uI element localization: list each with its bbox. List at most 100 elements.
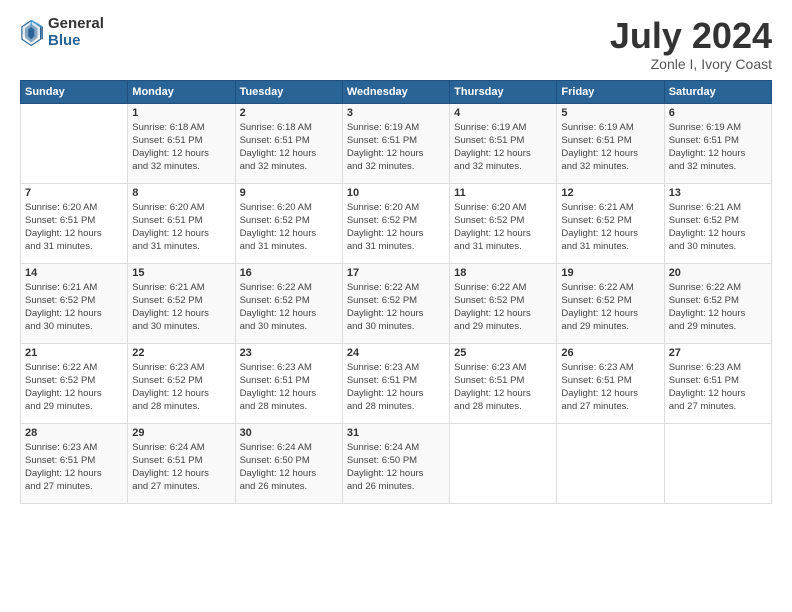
day-number: 16 [240,267,338,279]
day-number: 17 [347,267,445,279]
day-info: Sunrise: 6:22 AM Sunset: 6:52 PM Dayligh… [669,281,767,334]
table-row: 31 Sunrise: 6:24 AM Sunset: 6:50 PM Dayli… [342,423,449,503]
day-info: Sunrise: 6:21 AM Sunset: 6:52 PM Dayligh… [561,201,659,254]
table-row: 10 Sunrise: 6:20 AM Sunset: 6:52 PM Dayli… [342,183,449,263]
table-row: 14 Sunrise: 6:21 AM Sunset: 6:52 PM Dayli… [21,263,128,343]
table-row: 3 Sunrise: 6:19 AM Sunset: 6:51 PM Daylig… [342,103,449,183]
day-number: 1 [132,107,230,119]
day-info: Sunrise: 6:18 AM Sunset: 6:51 PM Dayligh… [240,121,338,174]
day-number: 7 [25,187,123,199]
day-number: 9 [240,187,338,199]
day-number: 15 [132,267,230,279]
day-info: Sunrise: 6:24 AM Sunset: 6:51 PM Dayligh… [132,441,230,494]
day-info: Sunrise: 6:19 AM Sunset: 6:51 PM Dayligh… [454,121,552,174]
table-row: 19 Sunrise: 6:22 AM Sunset: 6:52 PM Dayli… [557,263,664,343]
day-info: Sunrise: 6:23 AM Sunset: 6:51 PM Dayligh… [454,361,552,414]
header-sunday: Sunday [21,80,128,103]
table-row: 16 Sunrise: 6:22 AM Sunset: 6:52 PM Dayli… [235,263,342,343]
location-title: Zonle I, Ivory Coast [610,56,772,72]
table-row [557,423,664,503]
day-info: Sunrise: 6:22 AM Sunset: 6:52 PM Dayligh… [25,361,123,414]
day-info: Sunrise: 6:22 AM Sunset: 6:52 PM Dayligh… [454,281,552,334]
day-info: Sunrise: 6:23 AM Sunset: 6:51 PM Dayligh… [25,441,123,494]
day-info: Sunrise: 6:21 AM Sunset: 6:52 PM Dayligh… [25,281,123,334]
header-thursday: Thursday [450,80,557,103]
day-number: 20 [669,267,767,279]
calendar-week-row: 1 Sunrise: 6:18 AM Sunset: 6:51 PM Daylig… [21,103,772,183]
header-tuesday: Tuesday [235,80,342,103]
day-number: 10 [347,187,445,199]
day-info: Sunrise: 6:20 AM Sunset: 6:51 PM Dayligh… [25,201,123,254]
table-row: 17Sunrise: 6:22 AM Sunset: 6:52 PM Dayli… [342,263,449,343]
day-number: 21 [25,347,123,359]
table-row: 7 Sunrise: 6:20 AM Sunset: 6:51 PM Daylig… [21,183,128,263]
header-wednesday: Wednesday [342,80,449,103]
table-row [450,423,557,503]
day-number: 13 [669,187,767,199]
day-number: 28 [25,427,123,439]
table-row: 20 Sunrise: 6:22 AM Sunset: 6:52 PM Dayli… [664,263,771,343]
day-info: Sunrise: 6:23 AM Sunset: 6:51 PM Dayligh… [561,361,659,414]
day-info: Sunrise: 6:24 AM Sunset: 6:50 PM Dayligh… [347,441,445,494]
calendar-table: Sunday Monday Tuesday Wednesday Thursday… [20,80,772,504]
day-number: 2 [240,107,338,119]
day-number: 12 [561,187,659,199]
table-row: 27 Sunrise: 6:23 AM Sunset: 6:51 PM Dayli… [664,343,771,423]
day-info: Sunrise: 6:20 AM Sunset: 6:52 PM Dayligh… [347,201,445,254]
table-row: 24Sunrise: 6:23 AM Sunset: 6:51 PM Dayli… [342,343,449,423]
logo-icon [20,19,44,47]
table-row: 15 Sunrise: 6:21 AM Sunset: 6:52 PM Dayli… [128,263,235,343]
calendar-week-row: 14 Sunrise: 6:21 AM Sunset: 6:52 PM Dayli… [21,263,772,343]
table-row [21,103,128,183]
table-row: 23 Sunrise: 6:23 AM Sunset: 6:51 PM Dayli… [235,343,342,423]
logo-blue-text: Blue [48,33,104,50]
calendar-week-row: 7 Sunrise: 6:20 AM Sunset: 6:51 PM Daylig… [21,183,772,263]
day-number: 14 [25,267,123,279]
table-row: 6 Sunrise: 6:19 AM Sunset: 6:51 PM Daylig… [664,103,771,183]
day-number: 6 [669,107,767,119]
day-number: 19 [561,267,659,279]
page: General Blue July 2024 Zonle I, Ivory Co… [0,0,792,612]
table-row: 2 Sunrise: 6:18 AM Sunset: 6:51 PM Daylig… [235,103,342,183]
header-saturday: Saturday [664,80,771,103]
table-row: 11Sunrise: 6:20 AM Sunset: 6:52 PM Dayli… [450,183,557,263]
table-row: 8 Sunrise: 6:20 AM Sunset: 6:51 PM Daylig… [128,183,235,263]
day-info: Sunrise: 6:23 AM Sunset: 6:52 PM Dayligh… [132,361,230,414]
header-friday: Friday [557,80,664,103]
day-info: Sunrise: 6:23 AM Sunset: 6:51 PM Dayligh… [240,361,338,414]
table-row: 18 Sunrise: 6:22 AM Sunset: 6:52 PM Dayli… [450,263,557,343]
day-number: 18 [454,267,552,279]
table-row: 25Sunrise: 6:23 AM Sunset: 6:51 PM Dayli… [450,343,557,423]
header-monday: Monday [128,80,235,103]
calendar-week-row: 28 Sunrise: 6:23 AM Sunset: 6:51 PM Dayli… [21,423,772,503]
day-number: 31 [347,427,445,439]
day-info: Sunrise: 6:22 AM Sunset: 6:52 PM Dayligh… [561,281,659,334]
table-row: 29 Sunrise: 6:24 AM Sunset: 6:51 PM Dayli… [128,423,235,503]
day-number: 8 [132,187,230,199]
day-info: Sunrise: 6:19 AM Sunset: 6:51 PM Dayligh… [669,121,767,174]
table-row: 5Sunrise: 6:19 AM Sunset: 6:51 PM Daylig… [557,103,664,183]
day-info: Sunrise: 6:21 AM Sunset: 6:52 PM Dayligh… [132,281,230,334]
header: General Blue July 2024 Zonle I, Ivory Co… [20,16,772,72]
table-row: 13Sunrise: 6:21 AM Sunset: 6:52 PM Dayli… [664,183,771,263]
table-row: 22 Sunrise: 6:23 AM Sunset: 6:52 PM Dayli… [128,343,235,423]
day-info: Sunrise: 6:19 AM Sunset: 6:51 PM Dayligh… [347,121,445,174]
day-info: Sunrise: 6:23 AM Sunset: 6:51 PM Dayligh… [669,361,767,414]
title-section: July 2024 Zonle I, Ivory Coast [610,16,772,72]
day-number: 23 [240,347,338,359]
day-info: Sunrise: 6:19 AM Sunset: 6:51 PM Dayligh… [561,121,659,174]
day-info: Sunrise: 6:23 AM Sunset: 6:51 PM Dayligh… [347,361,445,414]
table-row: 26Sunrise: 6:23 AM Sunset: 6:51 PM Dayli… [557,343,664,423]
logo-general-text: General [48,16,104,33]
table-row [664,423,771,503]
day-info: Sunrise: 6:20 AM Sunset: 6:51 PM Dayligh… [132,201,230,254]
day-info: Sunrise: 6:24 AM Sunset: 6:50 PM Dayligh… [240,441,338,494]
day-number: 27 [669,347,767,359]
day-info: Sunrise: 6:22 AM Sunset: 6:52 PM Dayligh… [240,281,338,334]
day-number: 22 [132,347,230,359]
logo-text: General Blue [48,16,104,49]
calendar-week-row: 21 Sunrise: 6:22 AM Sunset: 6:52 PM Dayli… [21,343,772,423]
day-number: 29 [132,427,230,439]
day-number: 3 [347,107,445,119]
calendar-header-row: Sunday Monday Tuesday Wednesday Thursday… [21,80,772,103]
